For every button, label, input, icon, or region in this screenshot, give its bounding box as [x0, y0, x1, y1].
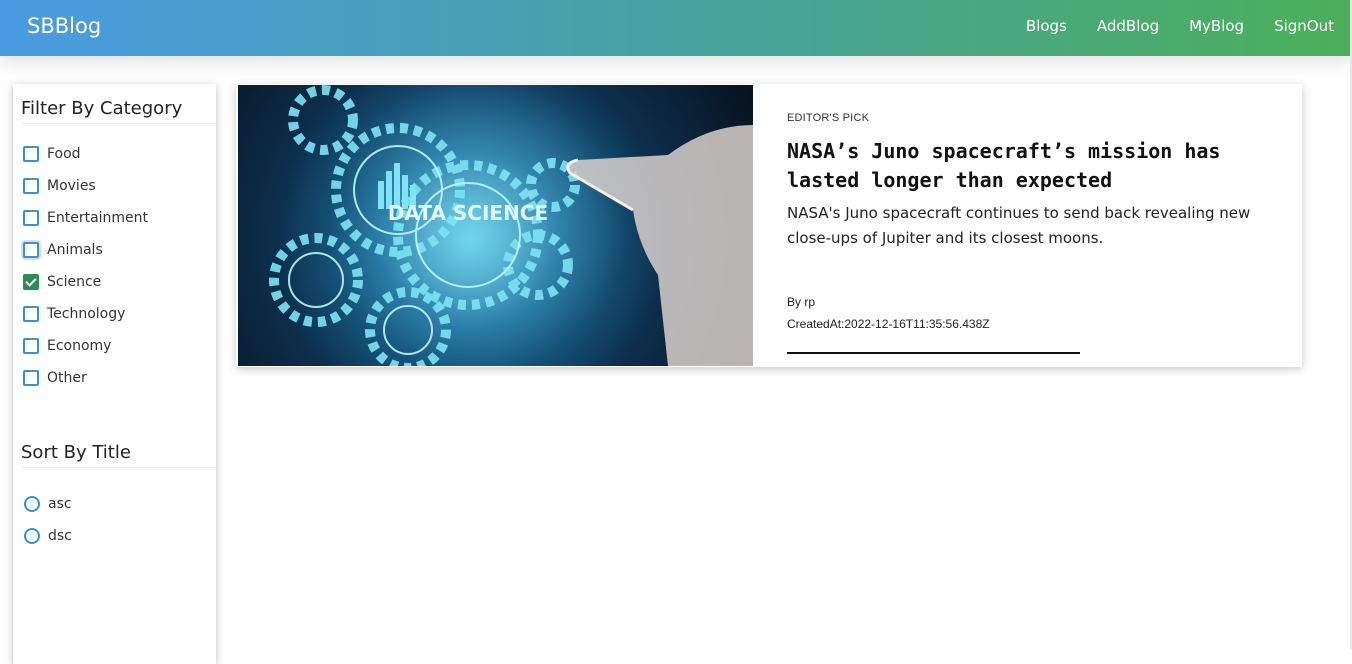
category-checkbox[interactable] — [23, 178, 39, 194]
nav-link-addblog[interactable]: AddBlog — [1097, 17, 1159, 35]
category-checkbox[interactable] — [23, 146, 39, 162]
nav-links: Blogs AddBlog MyBlog SignOut — [996, 17, 1334, 35]
category-label: Entertainment — [47, 210, 149, 226]
sort-option-list: asc dsc — [13, 488, 216, 552]
nav-link-blogs[interactable]: Blogs — [1026, 17, 1067, 35]
filter-by-category-heading: Filter By Category — [21, 98, 216, 124]
category-label: Technology — [47, 306, 126, 322]
category-checkbox-checked[interactable] — [23, 274, 39, 290]
data-science-illustration: DATA SCIENCE — [269, 85, 753, 366]
category-label: Animals — [47, 242, 103, 258]
sort-radio[interactable] — [24, 496, 40, 512]
category-checkbox[interactable] — [23, 370, 39, 386]
category-option-technology[interactable]: Technology — [13, 298, 216, 330]
category-option-movies[interactable]: Movies — [13, 170, 216, 202]
blog-card[interactable]: DATA SCIENCE EDITOR'S PICK NASA’s Juno s… — [236, 84, 1302, 367]
category-label: Movies — [47, 178, 96, 194]
category-list: Food Movies Entertainment Animals Scienc… — [13, 138, 216, 394]
category-label: Other — [47, 370, 87, 386]
category-checkbox[interactable] — [23, 242, 39, 258]
category-label: Food — [47, 146, 81, 162]
blog-card-image: DATA SCIENCE — [238, 85, 753, 366]
blog-title[interactable]: NASA’s Juno spacecraft’s mission has las… — [787, 137, 1277, 195]
editors-pick-label: EDITOR'S PICK — [787, 112, 870, 124]
brand-logo[interactable]: SBBlog — [27, 14, 101, 38]
blog-summary: NASA's Juno spacecraft continues to send… — [787, 204, 1251, 247]
category-checkbox[interactable] — [23, 338, 39, 354]
nav-link-signout[interactable]: SignOut — [1274, 17, 1334, 35]
category-option-economy[interactable]: Economy — [13, 330, 216, 362]
sort-option-asc[interactable]: asc — [13, 488, 216, 520]
image-caption: DATA SCIENCE — [388, 201, 548, 225]
nav-link-myblog[interactable]: MyBlog — [1189, 17, 1244, 35]
category-checkbox[interactable] — [23, 210, 39, 226]
card-divider — [787, 352, 1080, 354]
filter-sidebar: Filter By Category Food Movies Entertain… — [13, 84, 216, 664]
category-label: Economy — [47, 338, 112, 354]
sort-label: asc — [48, 496, 72, 512]
category-option-entertainment[interactable]: Entertainment — [13, 202, 216, 234]
category-option-other[interactable]: Other — [13, 362, 216, 394]
sort-radio[interactable] — [24, 528, 40, 544]
category-option-animals[interactable]: Animals — [13, 234, 216, 266]
sort-by-title-heading: Sort By Title — [21, 442, 216, 468]
category-label: Science — [47, 274, 102, 290]
blog-card-body: EDITOR'S PICK NASA’s Juno spacecraft’s m… — [753, 84, 1268, 367]
sort-label: dsc — [48, 528, 72, 544]
blog-author: By rp — [787, 295, 816, 309]
top-navbar: SBBlog Blogs AddBlog MyBlog SignOut — [0, 0, 1352, 56]
category-option-food[interactable]: Food — [13, 138, 216, 170]
blog-created-at: CreatedAt:2022-12-16T11:35:56.438Z — [787, 317, 990, 331]
category-checkbox[interactable] — [23, 306, 39, 322]
category-option-science[interactable]: Science — [13, 266, 216, 298]
sort-option-dsc[interactable]: dsc — [13, 520, 216, 552]
